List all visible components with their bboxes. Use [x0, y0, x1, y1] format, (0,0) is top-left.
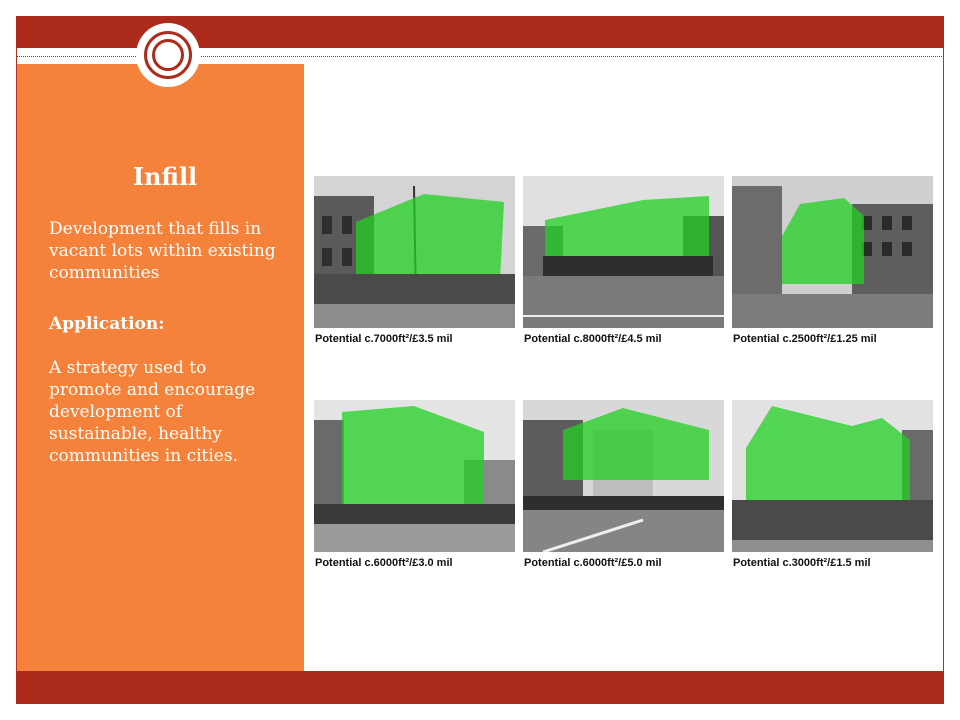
photo-1-caption: Potential c.7000ft²/£3.5 mil — [315, 333, 453, 345]
application-label: Application: — [49, 314, 165, 334]
photo-3-caption: Potential c.2500ft²/£1.25 mil — [733, 333, 877, 345]
photo-5-caption: Potential c.6000ft²/£5.0 mil — [524, 557, 662, 569]
emblem-circle — [136, 23, 200, 87]
photo-3 — [732, 176, 933, 328]
photo-1 — [314, 176, 515, 328]
photo-5 — [523, 400, 724, 552]
photo-4-caption: Potential c.6000ft²/£3.0 mil — [315, 557, 453, 569]
photo-2 — [523, 176, 724, 328]
slide-description: Development that fills in vacant lots wi… — [49, 219, 276, 283]
photo-4 — [314, 400, 515, 552]
emblem-inner-ring — [152, 39, 184, 71]
photo-6 — [732, 400, 933, 552]
photo-6-caption: Potential c.3000ft²/£1.5 mil — [733, 557, 871, 569]
slide-title: Infill — [132, 162, 198, 191]
application-text: A strategy used to promote and encourage… — [49, 358, 256, 466]
photo-2-caption: Potential c.8000ft²/£4.5 mil — [524, 333, 662, 345]
emblem-ring — [144, 31, 192, 79]
bottom-bar — [16, 671, 944, 704]
